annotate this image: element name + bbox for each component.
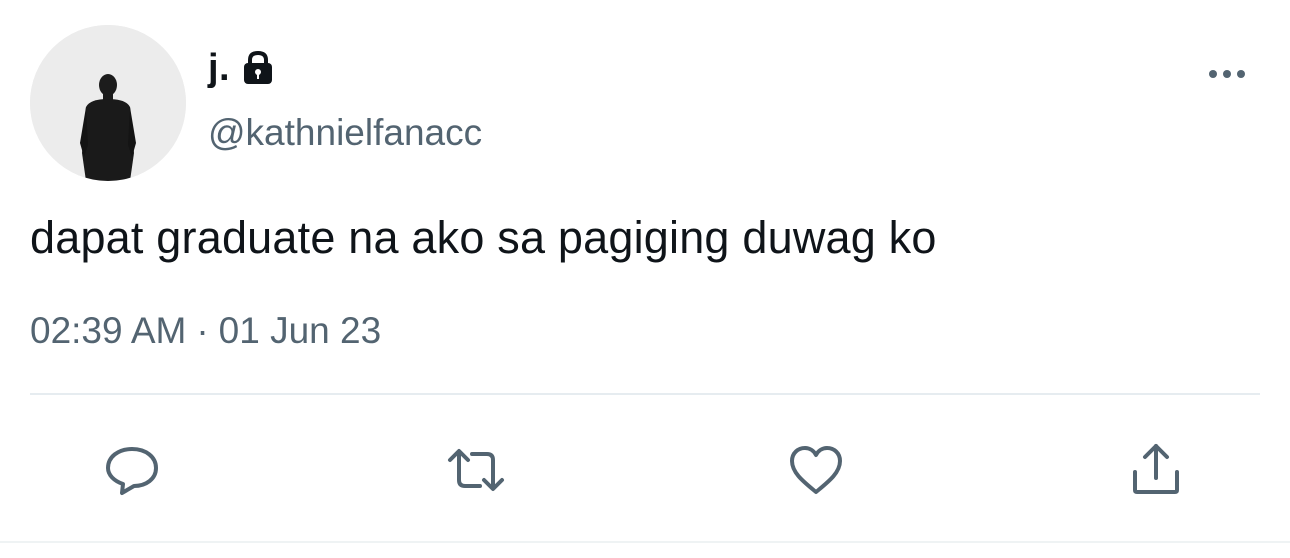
share-icon <box>1133 444 1179 494</box>
display-name[interactable]: j. <box>208 47 230 90</box>
handle[interactable]: @kathnielfanacc <box>208 112 482 154</box>
retweet-button[interactable] <box>446 440 506 500</box>
like-button[interactable] <box>786 440 846 500</box>
more-options-icon <box>1209 70 1245 78</box>
lock-icon <box>244 50 273 84</box>
retweet-icon <box>448 449 504 491</box>
tweet-time[interactable]: 02:39 AM <box>30 310 186 351</box>
tweet-meta: 02:39 AM · 01 Jun 23 <box>30 310 381 352</box>
divider <box>30 393 1260 395</box>
like-icon <box>790 446 842 494</box>
name-row: j. <box>208 46 278 90</box>
reply-button[interactable] <box>102 440 162 500</box>
action-bar <box>0 440 1290 500</box>
reply-icon <box>106 447 158 495</box>
bottom-divider <box>0 541 1290 543</box>
avatar-image <box>30 25 186 181</box>
avatar[interactable] <box>30 25 186 181</box>
tweet-text: dapat graduate na ako sa pagiging duwag … <box>30 212 937 263</box>
share-button[interactable] <box>1126 440 1186 500</box>
more-options-button[interactable] <box>1202 62 1252 86</box>
tweet-date[interactable]: 01 Jun 23 <box>219 310 382 351</box>
meta-separator: · <box>196 310 209 351</box>
